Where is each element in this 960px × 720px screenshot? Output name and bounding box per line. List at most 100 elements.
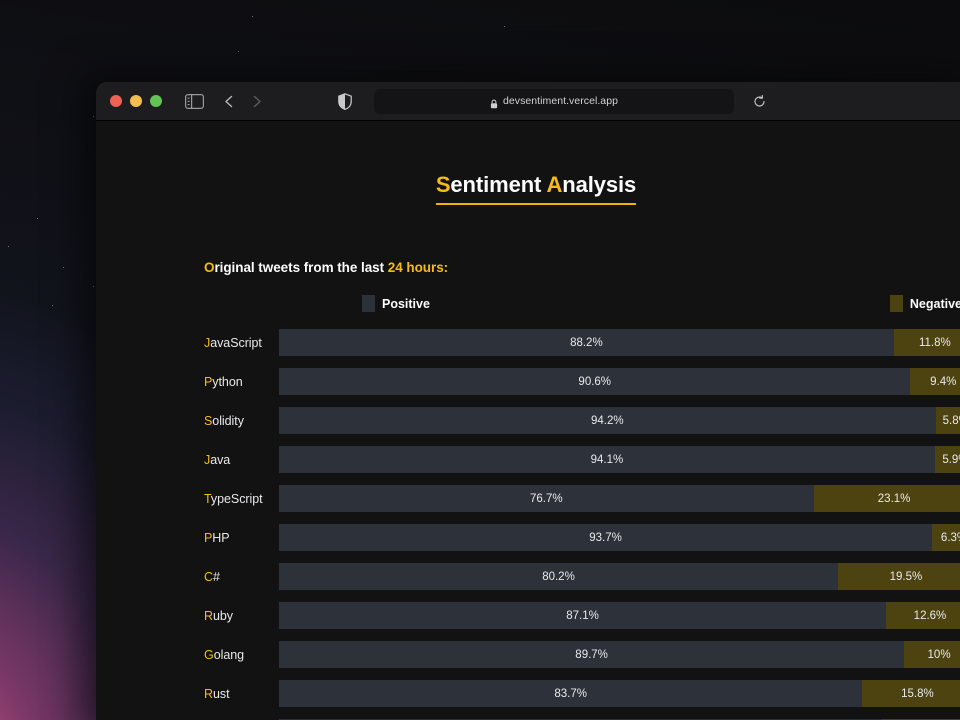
chart-row-label: Solidity <box>96 414 279 428</box>
chart-row-label: Golang <box>96 648 279 662</box>
wallpaper-star <box>238 51 239 52</box>
chart-row-label-rest: olang <box>213 647 245 662</box>
minimize-window-button[interactable] <box>130 95 142 107</box>
bar-segment-negative: 6.3% <box>932 524 960 551</box>
maximize-window-button[interactable] <box>150 95 162 107</box>
browser-toolbar: devsentiment.vercel.app <box>96 82 960 121</box>
bar-segment-positive: 88.2% <box>279 329 894 356</box>
chart-row-label-rest: ava <box>210 452 231 467</box>
chart-row: Rust 83.7% 15.8% <box>96 680 960 707</box>
chart-row-label: PHP <box>96 531 279 545</box>
page-title-rest-1: entiment <box>450 172 547 197</box>
url-text: devsentiment.vercel.app <box>503 95 618 107</box>
bar-segment-positive: 94.2% <box>279 407 936 434</box>
sidebar-toggle-icon[interactable] <box>185 93 204 109</box>
stacked-bar: 76.7% 23.1% <box>279 485 960 512</box>
chart-row: PHP93.7%6.3% <box>96 524 960 551</box>
shield-privacy-icon[interactable] <box>338 92 352 110</box>
chart-row-label-initial: T <box>204 491 211 506</box>
chart-row-label-rest: ython <box>212 374 243 389</box>
stacked-bar: 89.7% 10% <box>279 641 960 668</box>
chart-row: Solidity94.2%5.8% <box>96 407 960 434</box>
stacked-bar: 88.2% 11.8% <box>279 329 960 356</box>
legend-swatch-positive <box>362 295 375 312</box>
bar-segment-negative: 23.1% <box>813 485 960 512</box>
chart-row-label: Rust <box>96 687 279 701</box>
legend-label-negative: Negative <box>909 296 960 311</box>
chart-row-label-rest: ypeScript <box>210 491 263 506</box>
chart-row-label-rest: HP <box>212 530 230 545</box>
wallpaper-star <box>252 16 253 17</box>
chart-row-label: TypeScript <box>96 492 279 506</box>
chart-legend: Positive Negative <box>362 295 960 312</box>
wallpaper-star <box>37 218 38 219</box>
chart-row: TypeScript 76.7% 23.1% <box>96 485 960 512</box>
lock-icon <box>490 96 498 109</box>
chart-row-label: C# <box>96 570 279 584</box>
bar-segment-negative: 9.4% <box>910 368 960 395</box>
back-arrow-icon[interactable] <box>221 93 238 110</box>
subtitle-timeframe: 24 hours: <box>387 260 449 275</box>
chart-row-label: Java <box>96 453 279 467</box>
chart-row: Ruby 87.1% 12.6% <box>96 602 960 629</box>
close-window-button[interactable] <box>110 95 122 107</box>
chart-row-label-initial: R <box>204 686 213 701</box>
bar-segment-positive: 76.7% <box>279 485 814 512</box>
legend-swatch-negative <box>889 295 903 312</box>
bar-segment-positive: 90.6% <box>279 368 911 395</box>
chart-row-label-initial: C <box>204 569 213 584</box>
wallpaper-star <box>504 26 505 27</box>
bar-segment-negative: 5.8% <box>935 407 960 434</box>
chart-row-label: Ruby <box>96 609 279 623</box>
bar-segment-negative: 19.5% <box>837 563 960 590</box>
chart-row-label-rest: avaScript <box>210 335 262 350</box>
wallpaper-star <box>63 267 64 268</box>
stacked-bar: 83.7% 15.8% <box>279 680 960 707</box>
subtitle-text: riginal tweets from the last <box>214 260 388 275</box>
address-bar[interactable]: devsentiment.vercel.app <box>374 88 765 114</box>
bar-segment-negative: 10% <box>904 641 960 668</box>
bar-segment-positive: 80.2% <box>279 563 838 590</box>
legend-item-negative: Negative <box>889 295 960 312</box>
chart-row-label-rest: ust <box>212 686 230 701</box>
chart-row: Golang 89.7% 10% <box>96 641 960 668</box>
subtitle-initial: O <box>204 260 215 275</box>
bar-segment-positive: 93.7% <box>279 524 933 551</box>
bar-segment-negative: 5.9% <box>934 446 960 473</box>
bar-segment-negative: 15.8% <box>862 680 960 707</box>
stacked-bar: 93.7%6.3% <box>279 524 960 551</box>
sentiment-bar-chart: JavaScript 88.2% 11.8% Python 90.6% 9.4% Solid… <box>96 329 960 720</box>
page-title: Sentiment Analysis <box>96 174 960 205</box>
chart-row: Java94.1%5.9% <box>96 446 960 473</box>
chart-row-label: JavaScript <box>96 336 279 350</box>
legend-item-positive: Positive <box>362 295 430 312</box>
chart-row: JavaScript 88.2% 11.8% <box>96 329 960 356</box>
wallpaper-star <box>93 116 94 117</box>
chart-row-label-rest: olidity <box>212 413 244 428</box>
page-title-rest-2: nalysis <box>562 172 637 197</box>
chart-row-label-initial: G <box>204 647 214 662</box>
chart-row: C# 80.2% 19.5% <box>96 563 960 590</box>
bar-segment-negative: 12.6% <box>886 602 960 629</box>
window-traffic-lights <box>110 95 162 107</box>
navigation-arrows <box>221 93 265 110</box>
bar-segment-positive: 89.7% <box>279 641 905 668</box>
web-page-content: Sentiment Analysis Original tweets from … <box>96 121 960 720</box>
bar-segment-positive: 94.1% <box>279 446 935 473</box>
chart-row: Python 90.6% 9.4% <box>96 368 960 395</box>
chart-row-label-rest: # <box>212 569 220 584</box>
bar-segment-positive: 83.7% <box>279 680 863 707</box>
chart-subtitle: Original tweets from the last 24 hours: <box>204 260 960 275</box>
stacked-bar: 94.2%5.8% <box>279 407 960 434</box>
forward-arrow-icon[interactable] <box>248 93 265 110</box>
reload-icon[interactable] <box>753 94 766 108</box>
legend-label-positive: Positive <box>382 296 430 311</box>
stacked-bar: 80.2% 19.5% <box>279 563 960 590</box>
stacked-bar: 94.1%5.9% <box>279 446 960 473</box>
stacked-bar: 87.1% 12.6% <box>279 602 960 629</box>
wallpaper-star <box>52 305 53 306</box>
wallpaper-star <box>8 246 9 247</box>
browser-window: devsentiment.vercel.app Sentiment Analys… <box>96 82 960 720</box>
chart-row-label-initial: R <box>204 608 213 623</box>
stacked-bar: 90.6% 9.4% <box>279 368 960 395</box>
